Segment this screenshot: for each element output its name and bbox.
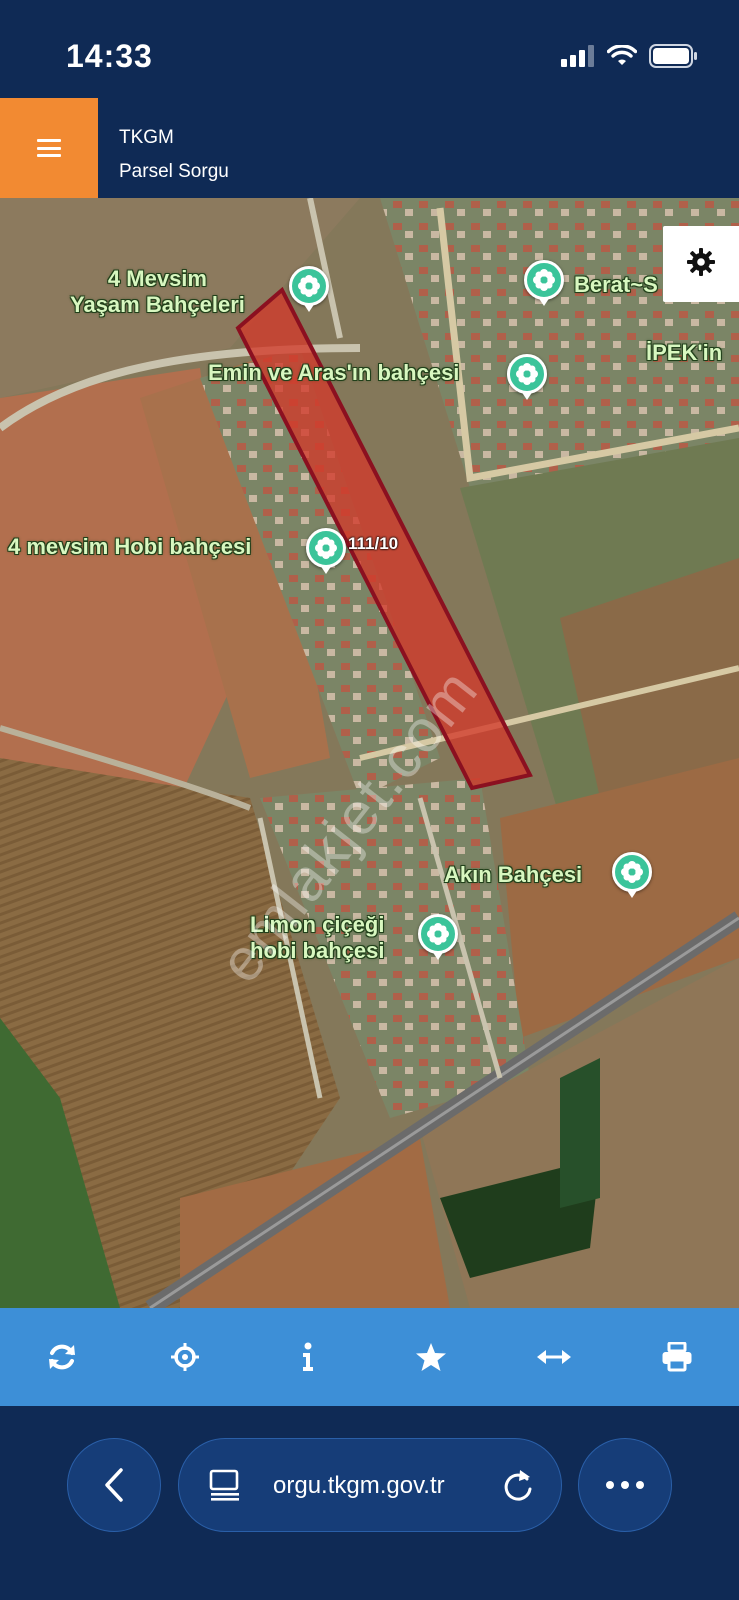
flower-icon xyxy=(427,923,449,945)
info-icon xyxy=(302,1342,313,1371)
signal-icon xyxy=(561,45,595,72)
flower-icon xyxy=(516,363,538,385)
parcel-number-label: 111/10 xyxy=(348,534,399,553)
flower-icon xyxy=(298,275,320,297)
place-pin[interactable] xyxy=(612,852,652,898)
reload-icon[interactable] xyxy=(501,1467,535,1508)
page-subtitle: Parsel Sorgu xyxy=(119,161,229,182)
flower-icon xyxy=(315,537,337,559)
refresh-icon xyxy=(48,1344,75,1370)
place-pin[interactable] xyxy=(418,914,458,960)
place-label: 4 mevsim Hobi bahçesi xyxy=(8,534,252,559)
gear-icon xyxy=(686,247,716,282)
print-icon xyxy=(662,1342,692,1372)
menu-button[interactable] xyxy=(0,98,98,198)
locate-button[interactable] xyxy=(155,1327,215,1387)
place-label: Akın Bahçesi xyxy=(444,862,583,887)
reader-icon[interactable] xyxy=(209,1469,241,1506)
place-pin[interactable] xyxy=(289,266,329,312)
locate-icon xyxy=(170,1343,199,1371)
place-pin[interactable] xyxy=(507,354,547,400)
header-titles: TKGM Parsel Sorgu xyxy=(119,126,229,184)
status-bar: 14:33 xyxy=(0,0,739,98)
battery-icon xyxy=(649,44,699,73)
status-time: 14:33 xyxy=(66,38,153,74)
chevron-left-icon xyxy=(105,1468,123,1502)
app-header: TKGM Parsel Sorgu xyxy=(0,98,739,198)
flower-icon xyxy=(621,861,643,883)
favorite-button[interactable] xyxy=(401,1327,461,1387)
refresh-button[interactable] xyxy=(32,1327,92,1387)
measure-icon xyxy=(537,1350,572,1364)
url-bar[interactable]: orgu.tkgm.gov.tr xyxy=(178,1438,562,1532)
place-label: Emin ve Aras'ın bahçesi xyxy=(208,360,460,385)
place-pin[interactable] xyxy=(524,260,564,306)
more-icon xyxy=(606,1481,644,1489)
status-icons xyxy=(561,44,699,73)
more-button[interactable] xyxy=(578,1438,672,1532)
flower-icon xyxy=(533,269,555,291)
print-button[interactable] xyxy=(647,1327,707,1387)
hamburger-icon xyxy=(37,139,61,157)
measure-button[interactable] xyxy=(524,1327,584,1387)
satellite-map[interactable]: 4 Mevsim Yaşam Bahçeleri Berat~S İPEK'in… xyxy=(0,198,739,1308)
info-button[interactable] xyxy=(278,1327,338,1387)
browser-bar: orgu.tkgm.gov.tr xyxy=(0,1406,739,1600)
app-title: TKGM xyxy=(119,127,174,148)
place-label: Berat~S xyxy=(574,272,658,297)
place-label: 4 Mevsim Yaşam Bahçeleri xyxy=(70,266,245,317)
url-text: orgu.tkgm.gov.tr xyxy=(273,1472,445,1499)
star-icon xyxy=(416,1343,447,1371)
place-pin[interactable] xyxy=(306,528,346,574)
back-button[interactable] xyxy=(67,1438,161,1532)
place-label: İPEK'in xyxy=(646,340,723,365)
map-toolbar xyxy=(0,1308,739,1406)
settings-button[interactable] xyxy=(663,226,739,302)
wifi-icon xyxy=(606,44,638,72)
